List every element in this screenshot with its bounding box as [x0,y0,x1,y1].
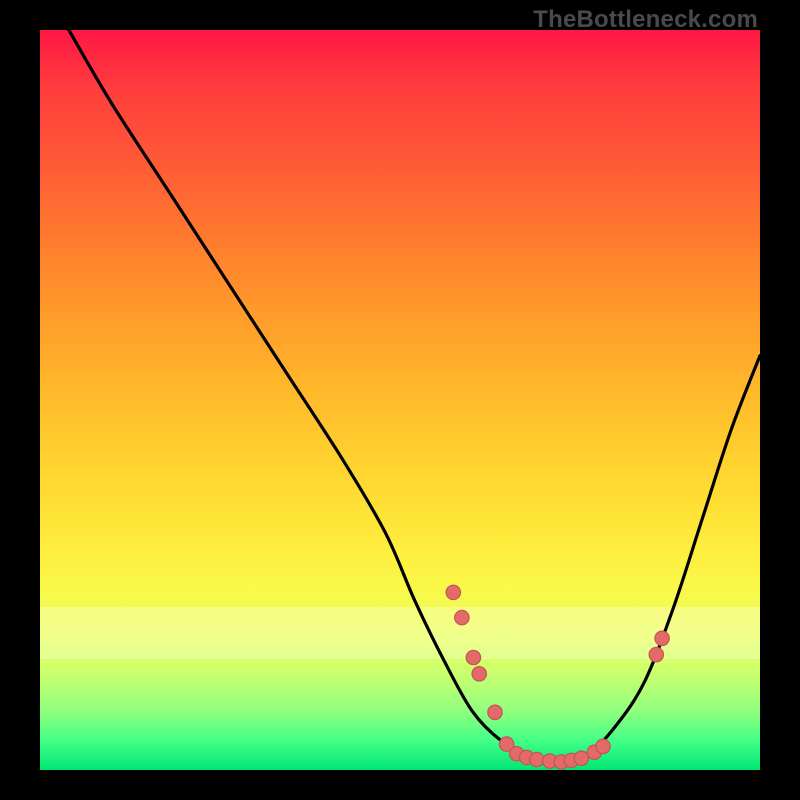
marker-dot [446,585,460,599]
chart-frame: TheBottleneck.com [0,0,800,800]
marker-dot [472,667,486,681]
plot-area [40,30,760,770]
marker-dot [530,752,544,766]
marker-dot [655,631,669,645]
marker-dot [488,705,502,719]
marker-dot [455,610,469,624]
marker-dot [466,650,480,664]
marker-dot [649,647,663,661]
curve-svg [40,30,760,770]
marker-dot [574,751,588,765]
marker-group [446,585,669,769]
marker-dot [596,739,610,753]
